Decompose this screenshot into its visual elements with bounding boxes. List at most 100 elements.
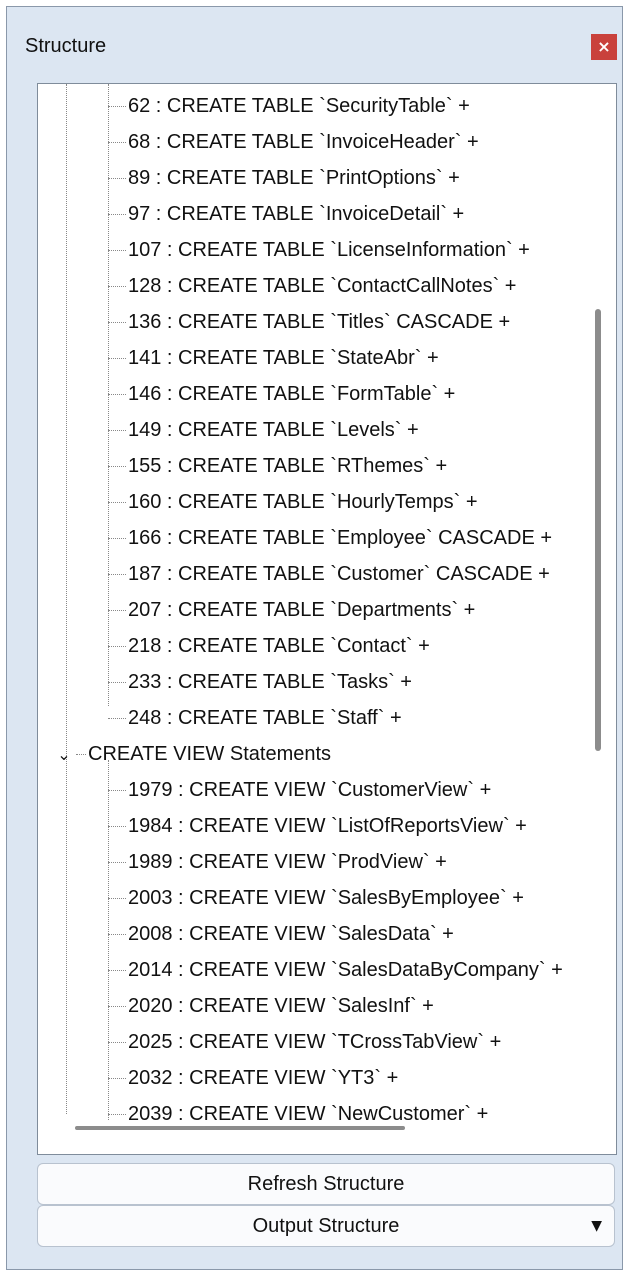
tree-connector — [108, 105, 126, 108]
tree-item-view[interactable]: 2003 : CREATE VIEW `SalesByEmployee` + — [108, 880, 616, 916]
tree-item-view[interactable]: 1979 : CREATE VIEW `CustomerView` + — [108, 772, 616, 808]
horizontal-scrollbar[interactable] — [75, 1126, 405, 1130]
tree-item-label: 89 : CREATE TABLE `PrintOptions` + — [128, 167, 460, 189]
tree-item-label: 128 : CREATE TABLE `ContactCallNotes` + — [128, 275, 517, 297]
tree-connector — [108, 897, 126, 900]
tree-connector — [108, 933, 126, 936]
tree-item-table[interactable]: 128 : CREATE TABLE `ContactCallNotes` + — [108, 268, 616, 304]
output-structure-button[interactable]: Output Structure ▼ — [37, 1205, 615, 1247]
tree-item-view[interactable]: 2014 : CREATE VIEW `SalesDataByCompany` … — [108, 952, 616, 988]
tree-item-table[interactable]: 107 : CREATE TABLE `LicenseInformation` … — [108, 232, 616, 268]
tree-item-label: 2039 : CREATE VIEW `NewCustomer` + — [128, 1103, 489, 1125]
tree-group-create-view[interactable]: ⌄ CREATE VIEW Statements — [52, 736, 616, 773]
tree-connector — [108, 861, 126, 864]
tree-connector — [108, 465, 126, 468]
tree-item-label: 2025 : CREATE VIEW `TCrossTabView` + — [128, 1031, 502, 1053]
tree-item-label: 2032 : CREATE VIEW `YT3` + — [128, 1067, 399, 1089]
tree-connector — [108, 825, 126, 828]
tree-item-table[interactable]: 155 : CREATE TABLE `RThemes` + — [108, 448, 616, 484]
refresh-structure-label: Refresh Structure — [247, 1173, 405, 1195]
chevron-down-icon[interactable]: ⌄ — [52, 737, 76, 773]
tree-connector — [108, 573, 126, 576]
output-structure-label: Output Structure — [252, 1215, 400, 1237]
tree-item-label: 1979 : CREATE VIEW `CustomerView` + — [128, 779, 492, 801]
tree-item-table[interactable]: 149 : CREATE TABLE `Levels` + — [108, 412, 616, 448]
tree-item-view[interactable]: 1984 : CREATE VIEW `ListOfReportsView` + — [108, 808, 616, 844]
tree-item-table[interactable]: 207 : CREATE TABLE `Departments` + — [108, 592, 616, 628]
tree-group-label: CREATE VIEW Statements — [88, 743, 332, 765]
tree-item-label: 233 : CREATE TABLE `Tasks` + — [128, 671, 412, 693]
tree-connector — [108, 1005, 126, 1008]
tree-connector — [108, 501, 126, 504]
tree-connector — [108, 213, 126, 216]
tree-item-table[interactable]: 187 : CREATE TABLE `Customer` CASCADE + — [108, 556, 616, 592]
tree-connector — [76, 753, 86, 756]
tree-item-view[interactable]: 1989 : CREATE VIEW `ProdView` + — [108, 844, 616, 880]
tree-item-label: 2020 : CREATE VIEW `SalesInf` + — [128, 995, 434, 1017]
tree-item-view[interactable]: 2008 : CREATE VIEW `SalesData` + — [108, 916, 616, 952]
tree-item-label: 149 : CREATE TABLE `Levels` + — [128, 419, 419, 441]
tree-connector — [108, 1113, 126, 1116]
dropdown-arrow-icon[interactable]: ▼ — [591, 1206, 602, 1246]
tree-connector — [108, 141, 126, 144]
tree-item-label: 155 : CREATE TABLE `RThemes` + — [128, 455, 448, 477]
structure-tree[interactable]: 62 : CREATE TABLE `SecurityTable` + 68 :… — [37, 83, 617, 1155]
tree-connector — [108, 321, 126, 324]
tree-item-view[interactable]: 2020 : CREATE VIEW `SalesInf` + — [108, 988, 616, 1024]
tree-item-label: 187 : CREATE TABLE `Customer` CASCADE + — [128, 563, 550, 585]
tree-item-label: 141 : CREATE TABLE `StateAbr` + — [128, 347, 439, 369]
tree-connector — [108, 393, 126, 396]
tree-item-table[interactable]: 233 : CREATE TABLE `Tasks` + — [108, 664, 616, 700]
tree-item-table[interactable]: 166 : CREATE TABLE `Employee` CASCADE + — [108, 520, 616, 556]
tree-connector — [108, 429, 126, 432]
tree-rail-root — [66, 84, 67, 1114]
tree-item-label: 248 : CREATE TABLE `Staff` + — [128, 707, 402, 729]
tree-item-label: 62 : CREATE TABLE `SecurityTable` + — [128, 95, 470, 117]
structure-panel: Structure × 62 : CREATE TABLE `SecurityT… — [6, 6, 623, 1270]
tree-connector — [108, 1077, 126, 1080]
tree-connector — [108, 681, 126, 684]
tree-connector — [108, 537, 126, 540]
tree-item-table[interactable]: 97 : CREATE TABLE `InvoiceDetail` + — [108, 196, 616, 232]
tree-item-label: 97 : CREATE TABLE `InvoiceDetail` + — [128, 203, 465, 225]
tree-connector — [108, 645, 126, 648]
tree-item-table[interactable]: 141 : CREATE TABLE `StateAbr` + — [108, 340, 616, 376]
tree-item-label: 207 : CREATE TABLE `Departments` + — [128, 599, 476, 621]
tree-item-table[interactable]: 248 : CREATE TABLE `Staff` + — [108, 700, 616, 736]
tree-item-table[interactable]: 68 : CREATE TABLE `InvoiceHeader` + — [108, 124, 616, 160]
tree-item-table[interactable]: 160 : CREATE TABLE `HourlyTemps` + — [108, 484, 616, 520]
tree-item-label: 146 : CREATE TABLE `FormTable` + — [128, 383, 456, 405]
tree-item-label: 1989 : CREATE VIEW `ProdView` + — [128, 851, 447, 873]
tree-item-view[interactable]: 2025 : CREATE VIEW `TCrossTabView` + — [108, 1024, 616, 1060]
tree-item-table[interactable]: 136 : CREATE TABLE `Titles` CASCADE + — [108, 304, 616, 340]
tree-connector — [108, 717, 126, 720]
tree-item-label: 2008 : CREATE VIEW `SalesData` + — [128, 923, 454, 945]
tree-item-label: 68 : CREATE TABLE `InvoiceHeader` + — [128, 131, 479, 153]
tree-item-table[interactable]: 146 : CREATE TABLE `FormTable` + — [108, 376, 616, 412]
panel-titlebar: Structure × — [7, 7, 622, 83]
tree-connector — [108, 969, 126, 972]
tree-item-label: 160 : CREATE TABLE `HourlyTemps` + — [128, 491, 478, 513]
tree-connector — [108, 249, 126, 252]
refresh-structure-button[interactable]: Refresh Structure — [37, 1163, 615, 1205]
tree-item-table[interactable]: 218 : CREATE TABLE `Contact` + — [108, 628, 616, 664]
tree-item-label: 2003 : CREATE VIEW `SalesByEmployee` + — [128, 887, 524, 909]
close-icon[interactable]: × — [591, 34, 617, 60]
tree-connector — [108, 285, 126, 288]
tree-connector — [108, 177, 126, 180]
tree-connector — [108, 1041, 126, 1044]
tree-item-label: 2014 : CREATE VIEW `SalesDataByCompany` … — [128, 959, 563, 981]
tree-item-label: 218 : CREATE TABLE `Contact` + — [128, 635, 430, 657]
tree-item-label: 166 : CREATE TABLE `Employee` CASCADE + — [128, 527, 553, 549]
tree-item-label: 107 : CREATE TABLE `LicenseInformation` … — [128, 239, 530, 261]
tree-item-table[interactable]: 89 : CREATE TABLE `PrintOptions` + — [108, 160, 616, 196]
tree-item-label: 1984 : CREATE VIEW `ListOfReportsView` + — [128, 815, 527, 837]
panel-title: Structure — [25, 35, 107, 57]
tree-connector — [108, 357, 126, 360]
tree-item-view[interactable]: 2032 : CREATE VIEW `YT3` + — [108, 1060, 616, 1096]
tree-item-table[interactable]: 62 : CREATE TABLE `SecurityTable` + — [108, 88, 616, 124]
tree-connector — [108, 609, 126, 612]
tree-item-label: 136 : CREATE TABLE `Titles` CASCADE + — [128, 311, 511, 333]
vertical-scrollbar[interactable] — [595, 309, 601, 751]
tree-connector — [108, 789, 126, 792]
